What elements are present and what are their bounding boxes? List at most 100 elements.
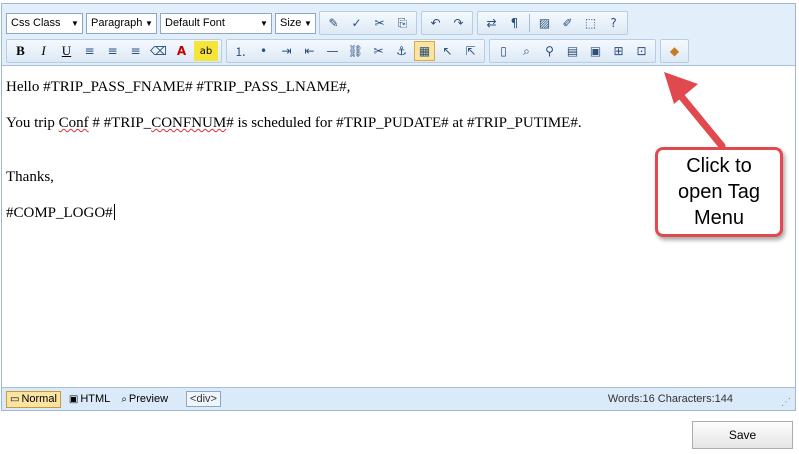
table-icon[interactable]: ⊡ [631,41,652,61]
formatting-group: B I U ≡ ≡ ≡ ⌫ A ab [6,39,222,63]
logo-tag-text: #COMP_LOGO# [6,205,113,221]
content-line-trip: You trip Conf # #TRIP_CONFNUM# is schedu… [6,114,582,132]
anchor-icon[interactable]: ⚓ [391,41,412,61]
highlight-color-icon[interactable]: ab [194,41,218,61]
html-mode-icon: ▣ [68,393,79,405]
insert-group: ⇄ ¶ ▨ ✐ ⬚ ? [477,11,628,35]
editor-statusbar: ▭ Normal ▣ HTML ⌕ Preview <div> Words:16… [2,387,795,410]
clipboard-group: ✎ ✓ ✂ ⎘ [319,11,417,35]
resize-grip-icon[interactable]: ⋰ [781,397,791,408]
history-group: ↶ ↷ [421,11,473,35]
image-icon[interactable]: ▨ [534,13,555,33]
chevron-down-icon: ▼ [145,18,153,28]
undo-icon[interactable]: ↶ [425,13,446,33]
cut-icon[interactable]: ✂ [369,13,390,33]
css-class-label: Css Class [11,17,61,29]
link-icon[interactable]: ⛓ [345,41,366,61]
toolbar-row-2: B I U ≡ ≡ ≡ ⌫ A ab ⒈ • ⇥ ⇤ — ⛓ ✂ ⚓ ▦ ↖ ⇱… [6,38,693,64]
align-right-icon[interactable]: ≡ [125,41,146,61]
paragraph-mark-icon[interactable]: ¶ [504,13,525,33]
toolbar-row-1: Css Class ▼ Paragraph ▼ Default Font ▼ S… [6,10,632,36]
table-grid-icon[interactable]: ▦ [414,41,435,61]
format-painter-icon[interactable]: ✎ [323,13,344,33]
select-icon[interactable]: ↖ [437,41,458,61]
preview-mode-icon: ⌕ [121,393,127,405]
callout-line-2: open Tag [678,181,760,203]
chevron-down-icon: ▼ [304,18,312,28]
new-document-icon[interactable]: ▯ [493,41,514,61]
callout-line-3: Menu [693,207,745,229]
confnum-word: CONFNUM [151,115,227,131]
help-icon[interactable]: ? [603,13,624,33]
chevron-down-icon: ▼ [71,18,79,28]
mode-preview-tab[interactable]: ⌕ Preview [118,391,171,408]
mode-html-tab[interactable]: ▣ HTML [66,391,113,408]
eraser-icon[interactable]: ⌫ [148,41,169,61]
callout-arrow [664,72,726,150]
content-line-thanks: Thanks, [6,168,54,186]
find-icon[interactable]: ⚲ [539,41,560,61]
horizontal-rule-icon[interactable]: — [322,41,343,61]
bold-icon: B [16,43,25,58]
media-icon[interactable]: ✐ [557,13,578,33]
word-count: Words:16 Characters:144 [607,393,733,405]
list-group: ⒈ • ⇥ ⇤ — ⛓ ✂ ⚓ ▦ ↖ ⇱ [226,39,485,63]
tag-menu-icon[interactable]: ◆ [664,41,685,61]
copy-icon[interactable]: ⎘ [392,13,413,33]
mode-preview-label: Preview [128,393,169,405]
underline-icon: U [61,43,72,58]
text-caret [113,204,115,220]
mode-normal-tab[interactable]: ▭ Normal [6,390,61,408]
ordered-list-icon[interactable]: ⒈ [230,41,251,61]
outdent-icon[interactable]: ⇤ [299,41,320,61]
font-color-icon[interactable]: A [171,41,192,61]
content-line-greeting: Hello #TRIP_PASS_FNAME# #TRIP_PASS_LNAME… [6,78,350,96]
size-label: Size [280,17,302,29]
css-class-dropdown[interactable]: Css Class ▼ [6,12,83,34]
trip-prefix: You trip [6,115,59,131]
redo-icon[interactable]: ↷ [448,13,469,33]
italic-icon: I [41,43,46,58]
indent-icon[interactable]: ⇥ [276,41,297,61]
align-center-icon[interactable]: ≡ [102,41,123,61]
text-direction-icon[interactable]: ⇄ [481,13,502,33]
properties-icon[interactable]: ⊞ [608,41,629,61]
template-icon[interactable]: ▤ [562,41,583,61]
mode-normal-label: Normal [21,393,57,405]
tag-menu-callout: Click to open Tag Menu [655,147,783,237]
pdf-icon[interactable]: ⬚ [580,13,601,33]
thanks-text: Thanks, [6,169,54,185]
unlink-icon[interactable]: ✂ [368,41,389,61]
font-dropdown[interactable]: Default Font ▼ [160,12,272,34]
paragraph-label: Paragraph [91,17,143,29]
size-dropdown[interactable]: Size ▼ [275,12,316,34]
paragraph-dropdown[interactable]: Paragraph ▼ [86,12,157,34]
arrow-shaft [672,86,726,150]
pointer-icon[interactable]: ⇱ [460,41,481,61]
font-label: Default Font [165,17,225,29]
align-left-icon[interactable]: ≡ [79,41,100,61]
greeting-text: Hello #TRIP_PASS_FNAME# #TRIP_PASS_LNAME… [6,79,351,95]
trip-rest: # is scheduled for #TRIP_PUDATE# at #TRI… [226,115,582,131]
editor-toolbar: Css Class ▼ Paragraph ▼ Default Font ▼ S… [2,4,795,66]
normal-mode-icon: ▭ [10,393,20,405]
tag-menu-group: ◆ [660,39,689,63]
preview-icon[interactable]: ⌕ [516,41,537,61]
chevron-down-icon: ▼ [260,18,268,28]
callout-text: Click to open Tag Menu [678,153,760,231]
mode-html-label: HTML [80,393,111,405]
trip-mid: # #TRIP_ [88,115,152,131]
save-button[interactable]: Save [692,421,793,449]
underline-button[interactable]: U [56,41,77,61]
conf-word: Conf [58,115,89,131]
italic-button[interactable]: I [33,41,54,61]
document-group: ▯ ⌕ ⚲ ▤ ▣ ⊞ ⊡ [489,39,656,63]
tag-path-div[interactable]: <div> [186,391,221,407]
bold-button[interactable]: B [10,41,31,61]
unordered-list-icon[interactable]: • [253,41,274,61]
toolbar-separator [529,14,530,32]
callout-line-1: Click to [686,155,752,177]
form-icon[interactable]: ▣ [585,41,606,61]
content-line-logo: #COMP_LOGO# [6,204,115,222]
spellcheck-icon[interactable]: ✓ [346,13,367,33]
